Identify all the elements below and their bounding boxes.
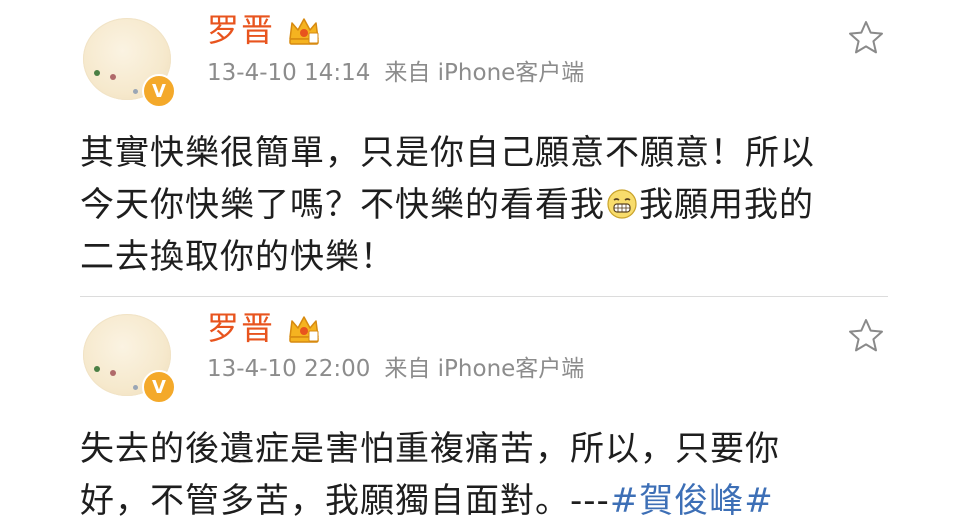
hashtag-link[interactable]: #賀俊峰# (610, 481, 774, 521)
avatar[interactable]: V (83, 314, 176, 404)
post-text: 其實快樂很簡單，只是你自己願意不願意！所以 今天你快樂了嗎？不快樂的看看我 我願… (80, 127, 910, 283)
crown-icon (289, 18, 319, 45)
post-meta: 13-4-10 22:00 来自 iPhone客户端 (207, 358, 584, 381)
post-source[interactable]: 来自 iPhone客户端 (384, 60, 584, 86)
post-text-line: 二去換取你的快樂！ (80, 237, 395, 277)
post-text-line: 失去的後遺症是害怕重複痛苦，所以，只要你 (80, 429, 780, 469)
crown-icon (289, 316, 319, 343)
username[interactable]: 罗晋 (207, 312, 275, 344)
weibo-post-1: V 罗晋 13-4-10 14:14 来自 iPhone客户端 其實快樂很簡單，只… (0, 0, 960, 298)
verified-v-icon: V (142, 74, 176, 108)
star-icon[interactable] (846, 316, 886, 356)
post-time[interactable]: 13-4-10 14:14 (207, 60, 370, 86)
grin-emoji-icon (607, 189, 637, 219)
post-meta: 13-4-10 14:14 来自 iPhone客户端 (207, 62, 584, 85)
post-divider (80, 296, 888, 297)
username[interactable]: 罗晋 (207, 14, 275, 46)
verified-v-icon: V (142, 370, 176, 404)
post-text-line: 其實快樂很簡單，只是你自己願意不願意！所以 (80, 133, 815, 173)
post-text-line: 好，不管多苦，我願獨自面對。---#賀俊峰# (80, 481, 774, 521)
post-text: 失去的後遺症是害怕重複痛苦，所以，只要你 好，不管多苦，我願獨自面對。---#賀… (80, 423, 910, 527)
star-icon[interactable] (846, 18, 886, 58)
post-text-line: 今天你快樂了嗎？不快樂的看看我 我願用我的 (80, 185, 814, 225)
avatar[interactable]: V (83, 18, 176, 108)
post-source[interactable]: 来自 iPhone客户端 (384, 356, 584, 382)
post-time[interactable]: 13-4-10 22:00 (207, 356, 370, 382)
weibo-post-2: V 罗晋 13-4-10 22:00 来自 iPhone客户端 失去的後遺症是害怕… (0, 298, 960, 527)
